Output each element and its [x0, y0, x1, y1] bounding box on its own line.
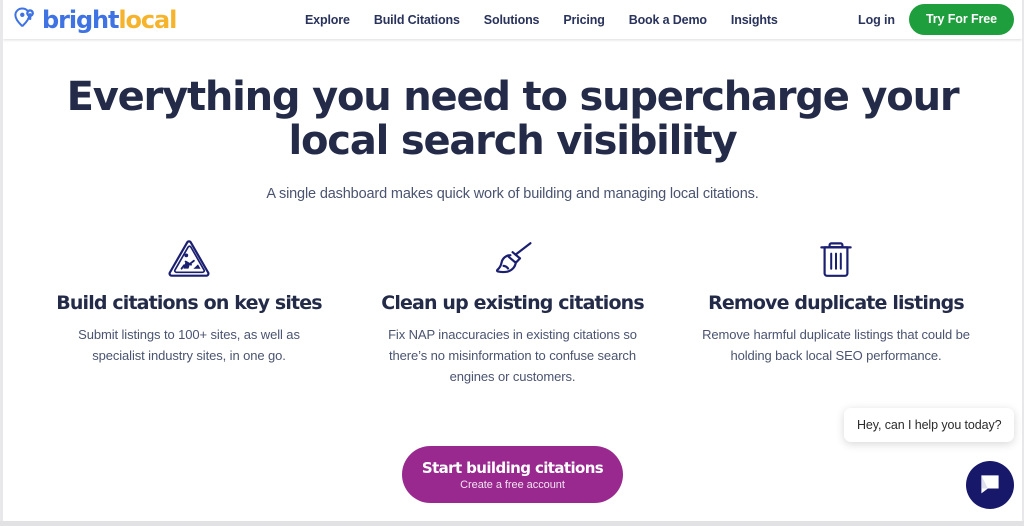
nav-item-explore[interactable]: Explore: [305, 13, 350, 27]
header-actions: Log in Try For Free: [858, 0, 1014, 39]
page-frame: brightlocal Explore Build Citations Solu…: [3, 0, 1022, 521]
feature-description: Fix NAP inaccuracies in existing citatio…: [388, 327, 637, 384]
login-link[interactable]: Log in: [858, 13, 895, 27]
hero-section: Everything you need to supercharge your …: [3, 39, 1022, 204]
logo-wordmark: brightlocal: [42, 5, 177, 34]
brightlocal-logo[interactable]: brightlocal: [12, 5, 177, 34]
feature-title: Remove duplicate listings: [708, 292, 965, 314]
feature-build-citations: Build citations on key sites Submit list…: [39, 234, 339, 387]
nav-item-solutions[interactable]: Solutions: [484, 13, 540, 27]
trash-can-icon: [686, 234, 986, 280]
broom-icon: [363, 234, 663, 280]
logo-text-bright: bright: [42, 5, 119, 34]
nav-item-pricing[interactable]: Pricing: [563, 13, 604, 27]
nav-item-book-a-demo[interactable]: Book a Demo: [629, 13, 707, 27]
main-navigation: Explore Build Citations Solutions Pricin…: [305, 0, 778, 39]
page-title: Everything you need to supercharge your …: [66, 74, 960, 164]
feature-title: Clean up existing citations: [381, 292, 644, 314]
cta-sublabel: Create a free account: [460, 478, 565, 491]
start-building-citations-button[interactable]: Start building citations Create a free a…: [402, 446, 623, 503]
cta-label: Start building citations: [421, 458, 604, 477]
feature-remove-duplicates: Remove duplicate listings Remove harmful…: [686, 234, 986, 387]
location-pin-icon: [12, 5, 39, 32]
nav-item-build-citations[interactable]: Build Citations: [374, 13, 460, 27]
bottom-strip: [0, 521, 1024, 526]
feature-description: Remove harmful duplicate listings that c…: [702, 327, 970, 363]
chat-launcher-button[interactable]: [966, 461, 1014, 509]
roadworks-warning-sign-icon: [39, 234, 339, 280]
site-header: brightlocal Explore Build Citations Solu…: [3, 0, 1022, 39]
feature-description: Submit listings to 100+ sites, as well a…: [78, 327, 300, 363]
feature-title: Build citations on key sites: [56, 292, 322, 314]
features-section: Build citations on key sites Submit list…: [39, 234, 986, 387]
chat-bubble-icon: [978, 472, 1002, 499]
feature-clean-up-citations: Clean up existing citations Fix NAP inac…: [363, 234, 663, 387]
hero-subtitle: A single dashboard makes quick work of b…: [266, 186, 759, 202]
chat-greeting-tooltip[interactable]: Hey, can I help you today?: [844, 408, 1015, 442]
try-for-free-button[interactable]: Try For Free: [908, 4, 1014, 35]
logo-text-local: local: [118, 5, 177, 34]
cta-section: Start building citations Create a free a…: [3, 446, 1022, 503]
nav-item-insights[interactable]: Insights: [731, 13, 778, 27]
